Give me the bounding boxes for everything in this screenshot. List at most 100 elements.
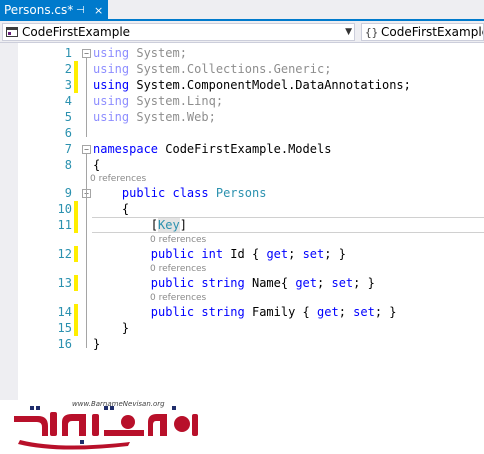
change-indicator xyxy=(74,275,78,291)
code-line[interactable]: 15 } xyxy=(0,320,484,336)
navigation-bar: CodeFirstExample ▼ {} CodeFirstExample.M… xyxy=(0,21,484,43)
code-token: ; } xyxy=(374,305,397,319)
code-text: } xyxy=(93,336,100,352)
code-text: public int Id { get; set; } xyxy=(93,246,346,262)
code-line[interactable]: 12 public int Id { get; set; } xyxy=(0,246,484,262)
code-token: System.Linq; xyxy=(129,94,224,108)
line-number: 4 xyxy=(64,94,72,108)
tab-title: Persons.cs* xyxy=(4,3,74,17)
change-indicator xyxy=(74,304,78,320)
type-token: Persons xyxy=(215,186,267,200)
code-line[interactable]: 10 { xyxy=(0,201,484,217)
keyword-token: string xyxy=(201,276,245,290)
barnamenevisan-logo: www.BarnameNevisan.org xyxy=(0,400,210,450)
codelens-references-link[interactable]: 0 references xyxy=(90,173,146,185)
keyword-token: get xyxy=(295,276,318,290)
line-number: 8 xyxy=(64,158,72,172)
document-tab-strip: Persons.cs* ⊣ × xyxy=(0,0,484,21)
svg-text:{}: {} xyxy=(365,26,377,38)
namespace-icon: {} xyxy=(365,26,377,38)
code-line[interactable]: 3 using System.ComponentModel.DataAnnotat… xyxy=(0,77,484,93)
code-token: { xyxy=(93,202,130,216)
line-number: 9 xyxy=(64,186,72,200)
code-token: } xyxy=(93,337,101,351)
code-text: { xyxy=(93,201,129,217)
change-indicator xyxy=(74,246,78,262)
code-line[interactable]: 16} xyxy=(0,336,484,352)
line-number: 13 xyxy=(57,276,72,290)
type-scope-label: CodeFirstExample.Models xyxy=(381,25,483,39)
pin-icon[interactable]: ⊣ xyxy=(76,0,85,21)
line-number: 16 xyxy=(57,337,72,351)
line-number: 6 xyxy=(64,126,72,140)
code-token: ; } xyxy=(353,276,375,290)
outlining-guide xyxy=(86,197,87,332)
line-number: 11 xyxy=(57,218,72,232)
type-token: Key xyxy=(158,218,180,232)
keyword-token: using xyxy=(93,94,130,108)
code-text: using System; xyxy=(93,45,187,61)
code-token: } xyxy=(93,321,130,335)
keyword-token: public xyxy=(93,186,166,200)
project-scope-dropdown[interactable]: CodeFirstExample ▼ xyxy=(2,23,355,41)
code-text: } xyxy=(93,320,129,336)
code-text: public string Family { get; set; } xyxy=(93,304,397,320)
code-line[interactable]: 9− public class Persons xyxy=(0,185,484,201)
code-token: ; xyxy=(338,305,354,319)
project-scope-label: CodeFirstExample xyxy=(22,25,131,39)
line-number: 10 xyxy=(57,202,72,216)
codelens-references-link[interactable]: 0 references xyxy=(150,292,206,304)
type-scope-dropdown[interactable]: {} CodeFirstExample.Models xyxy=(361,23,484,41)
code-line[interactable]: 2 using System.Collections.Generic; xyxy=(0,61,484,77)
keyword-token: using xyxy=(93,78,130,92)
keyword-token: get xyxy=(266,247,289,261)
code-line[interactable]: 11 [Key] xyxy=(0,217,484,233)
code-token: System.Collections.Generic; xyxy=(129,62,332,76)
change-indicator xyxy=(74,217,78,233)
code-token: ] xyxy=(179,218,187,232)
keyword-token: using xyxy=(93,62,130,76)
tab-persons-cs[interactable]: Persons.cs* ⊣ × xyxy=(0,0,108,21)
code-token: ; xyxy=(317,276,332,290)
close-icon[interactable]: × xyxy=(94,0,103,21)
logo-url: www.BarnameNevisan.org xyxy=(72,400,165,408)
code-line[interactable]: 6 xyxy=(0,125,484,141)
code-line[interactable]: 5 using System.Web; xyxy=(0,109,484,125)
code-token: Id { xyxy=(223,247,267,261)
keyword-token: namespace xyxy=(93,142,159,156)
line-number: 3 xyxy=(64,78,72,92)
code-token: System; xyxy=(129,46,187,60)
code-text: using System.ComponentModel.DataAnnotati… xyxy=(93,77,411,93)
keyword-token: int xyxy=(201,247,224,261)
code-text: namespace CodeFirstExample.Models xyxy=(93,141,331,157)
chevron-down-icon[interactable]: ▼ xyxy=(345,24,352,40)
keyword-token: set xyxy=(302,247,325,261)
code-text: [Key] xyxy=(93,217,187,233)
code-token: System.Web; xyxy=(129,110,216,124)
outlining-guide xyxy=(86,57,87,137)
keyword-token: string xyxy=(201,305,245,319)
code-line[interactable]: 4 using System.Linq; xyxy=(0,93,484,109)
code-token: CodeFirstExample.Models xyxy=(158,142,332,156)
keyword-token: using xyxy=(93,110,130,124)
code-line[interactable]: 1− using System; xyxy=(0,45,484,61)
code-line[interactable]: 7− namespace CodeFirstExample.Models xyxy=(0,141,484,157)
change-indicator xyxy=(74,320,78,336)
code-line[interactable]: 13 public string Name{ get; set; } xyxy=(0,275,484,291)
code-text: public string Name{ get; set; } xyxy=(93,275,375,291)
codelens-references-link[interactable]: 0 references xyxy=(150,234,206,246)
code-token: ; } xyxy=(324,247,346,261)
codelens-references-link[interactable]: 0 references xyxy=(150,263,206,275)
code-text: { xyxy=(93,157,100,173)
code-line[interactable]: 8{ xyxy=(0,157,484,173)
code-token: [ xyxy=(93,218,159,232)
code-line[interactable]: 14 public string Family { get; set; } xyxy=(0,304,484,320)
keyword-token: using xyxy=(93,46,130,60)
line-number: 1 xyxy=(64,46,72,60)
code-text: public class Persons xyxy=(93,185,267,201)
code-text: using System.Web; xyxy=(93,109,216,125)
line-number: 2 xyxy=(64,62,72,76)
code-editor[interactable]: 1− using System; 2 using System.Collections… xyxy=(0,43,484,400)
change-indicator xyxy=(74,61,78,77)
